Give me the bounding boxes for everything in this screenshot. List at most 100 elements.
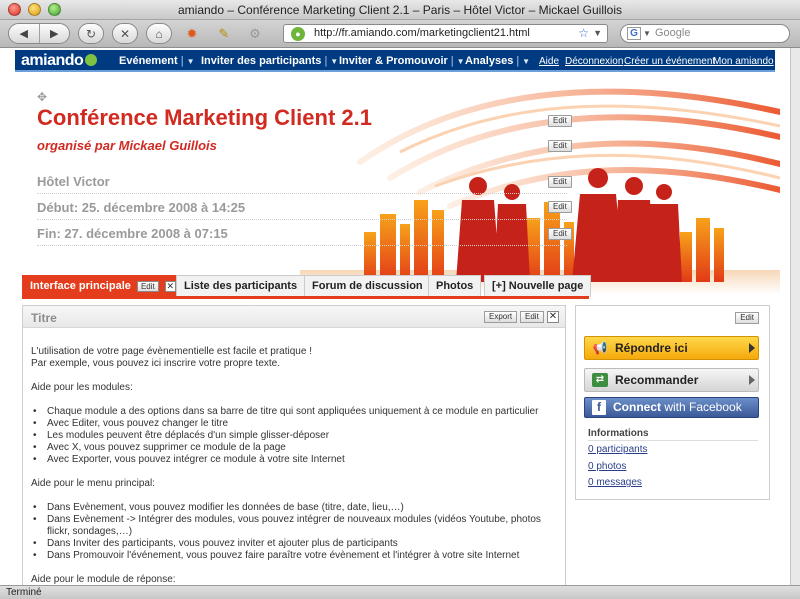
facebook-connect-button[interactable]: f Connect with Facebook xyxy=(584,397,759,418)
intro-paragraph: L'utilisation de votre page évènementiel… xyxy=(31,346,557,370)
facebook-with-text: with Facebook xyxy=(661,400,742,414)
text-module: Titre Export Edit ✕ L'utilisation de vot… xyxy=(22,305,566,599)
address-bar[interactable]: ● http://fr.amiando.com/marketingclient2… xyxy=(283,24,608,43)
window-title: amiando – Conférence Marketing Client 2.… xyxy=(178,3,622,17)
menu-separator: | xyxy=(180,55,184,67)
menu-label: Analyses xyxy=(465,55,514,67)
close-tab-icon[interactable]: ✕ xyxy=(164,281,176,292)
url-text: http://fr.amiando.com/marketingclient21.… xyxy=(314,27,530,39)
menu-heading: Aide pour le menu principal: xyxy=(31,478,155,489)
module-title: Titre xyxy=(31,311,57,325)
home-button[interactable]: ⌂ xyxy=(146,23,172,44)
edit-end-button[interactable]: Edit xyxy=(548,228,572,240)
list-item: Avec X, vous pouvez supprimer ce module … xyxy=(31,442,557,454)
event-venue: Hôtel Victor xyxy=(37,174,567,194)
menu-separator: | xyxy=(450,55,454,67)
page-tabs: Interface principale Edit ✕ Liste des pa… xyxy=(22,275,762,297)
dropdown-arrow-icon: ▼ xyxy=(330,57,339,66)
respond-label: Répondre ici xyxy=(615,341,688,355)
site-navigation: amiando Evénement | ▼ Inviter des particip… xyxy=(15,50,775,72)
edit-organizer-button[interactable]: Edit xyxy=(548,140,572,152)
site-favicon-icon: ● xyxy=(291,27,305,41)
intro-line: L'utilisation de votre page évènementiel… xyxy=(31,346,312,357)
menu-label: Inviter & Promouvoir xyxy=(339,55,448,67)
event-end: Fin: 27. décembre 2008 à 07:15 xyxy=(37,226,567,246)
move-handle-icon[interactable]: ✥ xyxy=(37,90,51,104)
list-item: Dans Evènement -> Intégrer des modules, … xyxy=(31,514,557,538)
participants-count-link[interactable]: 0 participants xyxy=(588,444,647,455)
module-titlebar[interactable]: Titre Export Edit ✕ xyxy=(23,306,565,328)
search-placeholder: Google xyxy=(655,27,691,39)
browser-statusbar: Terminé xyxy=(0,585,800,599)
vertical-scrollbar[interactable] xyxy=(790,48,800,585)
menu-inviter-promouvoir[interactable]: Inviter & Promouvoir | ▼ xyxy=(339,55,465,67)
arrow-right-icon xyxy=(749,375,755,385)
recommend-button[interactable]: ⇄ Recommander xyxy=(584,368,759,392)
edit-module-button[interactable]: Edit xyxy=(520,311,544,323)
list-item: Dans Evènement, vous pouvez modifier les… xyxy=(31,502,557,514)
tab-forum-discussion[interactable]: Forum de discussion xyxy=(304,275,431,297)
informations-divider xyxy=(588,440,758,441)
edit-tab-button[interactable]: Edit xyxy=(136,281,159,292)
menu-analyses[interactable]: Analyses | ▼ xyxy=(465,55,530,67)
edit-venue-button[interactable]: Edit xyxy=(548,176,572,188)
search-field[interactable]: G ▼ Google xyxy=(620,24,790,43)
url-history-dropdown-icon[interactable]: ▼ xyxy=(593,25,602,42)
amiando-logo[interactable]: amiando xyxy=(21,52,98,70)
modules-help-list: Chaque module a des options dans sa barr… xyxy=(31,406,557,466)
note-icon[interactable]: ✎ xyxy=(215,25,233,43)
stop-icon: ✕ xyxy=(119,26,131,41)
edit-title-button[interactable]: Edit xyxy=(548,115,572,127)
link-aide[interactable]: Aide xyxy=(539,56,559,67)
tab-label: Interface principale xyxy=(30,280,131,292)
dropdown-arrow-icon: ▼ xyxy=(522,57,531,66)
dropdown-arrow-icon: ▼ xyxy=(456,57,465,66)
modules-heading: Aide pour les modules: xyxy=(31,382,133,393)
menu-label: Inviter des participants xyxy=(201,55,322,67)
recommend-label: Recommander xyxy=(615,373,699,387)
tab-nouvelle-page[interactable]: [+] Nouvelle page xyxy=(484,275,592,297)
tab-liste-participants[interactable]: Liste des participants xyxy=(176,275,306,297)
stop-button[interactable]: ✕ xyxy=(112,23,138,44)
list-item: Avec Editer, vous pouvez changer le titr… xyxy=(31,418,557,430)
forward-arrow-icon: ▶ xyxy=(50,28,59,40)
extension-icon[interactable]: ⚙ xyxy=(246,25,264,43)
reload-icon: ↻ xyxy=(85,26,97,41)
tab-label: Liste des participants xyxy=(184,280,298,292)
export-module-button[interactable]: Export xyxy=(484,311,518,323)
menu-separator: | xyxy=(324,55,328,67)
tab-interface-principale[interactable]: Interface principale Edit ✕ xyxy=(22,275,184,297)
bookmark-star-icon[interactable]: ☆ xyxy=(578,25,589,42)
dropdown-arrow-icon: ▼ xyxy=(186,57,195,66)
edit-start-button[interactable]: Edit xyxy=(548,201,572,213)
facebook-connect-text: Connect xyxy=(613,400,661,414)
facebook-icon: f xyxy=(592,400,606,415)
close-module-icon[interactable]: ✕ xyxy=(547,311,559,323)
tab-photos[interactable]: Photos xyxy=(428,275,482,297)
respond-button[interactable]: 📢 Répondre ici xyxy=(584,336,759,360)
list-item: Avec Exporter, vous pouvez intégrer ce m… xyxy=(31,454,557,466)
edit-panel-button[interactable]: Edit xyxy=(735,312,759,324)
messages-count-link[interactable]: 0 messages xyxy=(588,477,642,488)
event-title: Conférence Marketing Client 2.1 xyxy=(37,105,372,130)
menu-separator: | xyxy=(516,55,520,67)
tab-underline xyxy=(22,296,589,299)
photos-count-link[interactable]: 0 photos xyxy=(588,461,626,472)
firebug-icon[interactable]: ✹ xyxy=(183,25,201,43)
google-engine-icon[interactable]: G xyxy=(627,27,641,40)
back-button[interactable]: ◀ xyxy=(9,24,39,43)
intro-line: Par exemple, vous pouvez ici inscrire vo… xyxy=(31,358,280,369)
informations-heading: Informations xyxy=(588,428,649,439)
engine-dropdown-icon[interactable]: ▼ xyxy=(643,25,651,42)
menu-evenement[interactable]: Evénement | ▼ xyxy=(119,55,194,67)
reload-button[interactable]: ↻ xyxy=(78,23,104,44)
link-creer-evenement[interactable]: Créer un événement xyxy=(624,56,715,67)
menu-inviter-participants[interactable]: Inviter des participants | ▼ xyxy=(201,55,338,67)
list-item: Dans Promouvoir l'événement, vous pouvez… xyxy=(31,550,557,562)
event-start: Début: 25. décembre 2008 à 14:25 xyxy=(37,200,567,220)
logo-text: amiando xyxy=(21,52,84,69)
link-mon-amiando[interactable]: Mon amiando xyxy=(713,56,774,67)
forward-button[interactable]: ▶ xyxy=(38,24,70,43)
link-deconnexion[interactable]: Déconnexion xyxy=(565,56,623,67)
event-organizer: organisé par Mickael Guillois xyxy=(37,138,217,153)
